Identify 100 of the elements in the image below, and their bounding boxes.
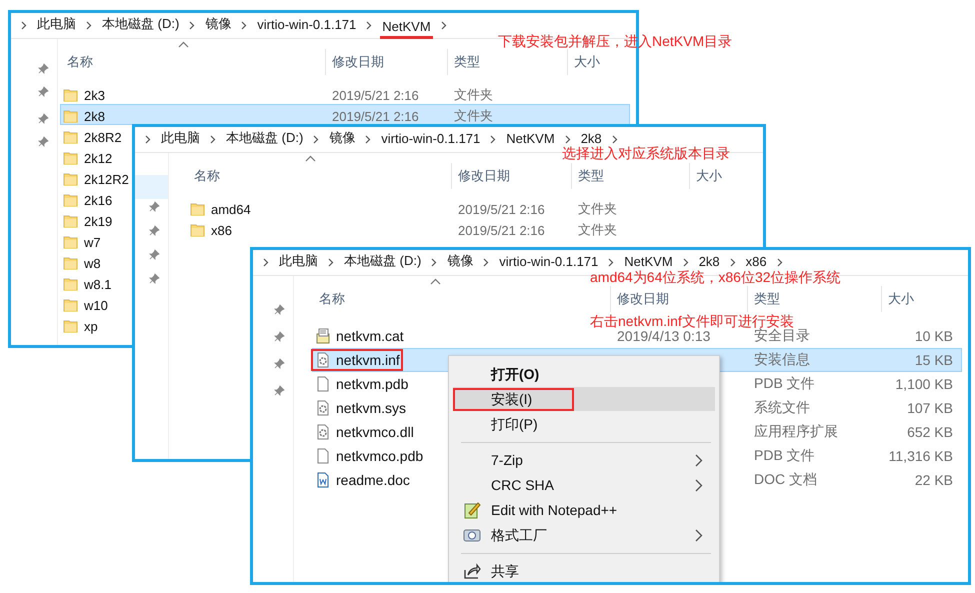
breadcrumb-item[interactable]: 此电脑	[159, 127, 202, 152]
word-document-icon	[315, 472, 331, 488]
chevron-icon	[490, 135, 496, 144]
column-header[interactable]: 名称	[60, 49, 325, 75]
column-header[interactable]: 大小	[567, 49, 630, 75]
chevron-icon	[189, 21, 196, 30]
file-type: 文件夹	[453, 87, 493, 102]
modified-date: 2019/4/13 0:13	[616, 328, 710, 344]
breadcrumb-item[interactable]: 镜像	[327, 127, 358, 152]
pin-icon[interactable]	[38, 86, 49, 97]
folder-icon	[63, 108, 79, 124]
file-type: 系统文件	[753, 399, 810, 415]
file-name: netkvmco.dll	[336, 424, 414, 440]
breadcrumb-item[interactable]: 本地磁盘 (D:)	[224, 127, 306, 152]
file-type: 安全目录	[754, 327, 810, 343]
breadcrumb-item[interactable]: virtio-win-0.1.171	[379, 128, 482, 150]
menu-item[interactable]: 安装(I)	[453, 387, 715, 411]
settings-file-icon	[315, 352, 331, 368]
breadcrumb-item[interactable]: 此电脑	[277, 250, 320, 275]
menu-item[interactable]: Edit with Notepad++	[453, 498, 715, 522]
file-name: x86	[211, 222, 232, 238]
pin-icon[interactable]	[149, 273, 160, 284]
breadcrumb-item[interactable]: NetKVM	[380, 16, 433, 38]
breadcrumb-item[interactable]: NetKVM	[504, 128, 557, 150]
share-icon	[463, 562, 481, 580]
column-header[interactable]: 修改日期	[451, 163, 571, 189]
chevron-icon	[313, 135, 320, 144]
menu-item[interactable]: 打印(P)	[453, 412, 715, 436]
column-header[interactable]: 名称	[312, 286, 610, 312]
column-header[interactable]: 类型	[447, 49, 567, 75]
file-size: 107 KB	[907, 400, 953, 416]
file-name: amd64	[211, 202, 251, 216]
file-size: 10 KB	[914, 328, 953, 344]
breadcrumb-item[interactable]: 本地磁盘 (D:)	[342, 250, 424, 275]
chevron-icon	[263, 258, 269, 267]
settings-file-icon	[315, 400, 331, 416]
file-type: 文件夹	[577, 222, 617, 237]
file-size: 11,316 KB	[888, 448, 953, 464]
file-type: PDB 文件	[753, 447, 815, 463]
menu-item[interactable]: CRC SHA	[453, 473, 715, 497]
file-name: netkvm.cat	[336, 328, 404, 344]
certificate-file-icon	[315, 328, 331, 344]
column-header[interactable]: 修改日期	[325, 49, 447, 75]
pin-icon[interactable]	[274, 331, 285, 342]
file-name: w8.1	[84, 276, 112, 292]
menu-item[interactable]: 格式工厂	[453, 523, 715, 547]
file-name: 2k8	[84, 108, 105, 124]
file-name: 2k8R2	[84, 130, 122, 144]
column-header[interactable]: 类型	[571, 163, 689, 189]
file-size: 15 KB	[914, 352, 953, 368]
chevron-icon	[483, 258, 490, 267]
menu-item[interactable]: 打开(O)	[453, 362, 715, 386]
chevron-icon	[86, 21, 92, 30]
folder-icon	[190, 201, 206, 217]
file-type: 应用程序扩展	[753, 423, 838, 439]
chevron-icon	[366, 21, 372, 30]
pin-icon[interactable]	[149, 225, 160, 236]
file-size: 1,100 KB	[895, 376, 953, 392]
column-header[interactable]: 大小	[689, 163, 757, 189]
folder-icon	[63, 171, 79, 187]
folder-icon	[63, 234, 79, 250]
folder-icon	[63, 87, 79, 103]
column-header[interactable]: 名称	[187, 163, 451, 189]
file-type: 文件夹	[453, 108, 493, 123]
pin-icon[interactable]	[38, 136, 49, 147]
column-header[interactable]: 类型	[747, 286, 881, 312]
file-size: 22 KB	[914, 472, 953, 488]
breadcrumb-item[interactable]: virtio-win-0.1.171	[255, 14, 358, 36]
pin-icon[interactable]	[38, 63, 49, 74]
column-header[interactable]: 大小	[881, 286, 962, 312]
selected-file-row[interactable]: 2k8 2019/5/21 2:16 文件夹	[60, 104, 630, 125]
file-name: netkvmco.pdb	[336, 448, 424, 464]
folder-icon	[63, 276, 79, 292]
annotation-text: 选择进入对应系统版本目录	[562, 146, 730, 161]
breadcrumb-item[interactable]: 镜像	[445, 250, 476, 275]
file-name: xp	[84, 318, 98, 334]
pin-icon[interactable]	[38, 113, 49, 124]
submenu-chevron-icon	[695, 454, 703, 467]
folder-icon	[63, 318, 79, 334]
breadcrumb-item[interactable]: 镜像	[203, 13, 234, 38]
pin-icon[interactable]	[274, 304, 285, 315]
pin-icon[interactable]	[149, 201, 160, 212]
chevron-icon	[365, 135, 372, 144]
file-name: netkvm.inf	[336, 352, 400, 368]
chevron-icon	[440, 21, 447, 30]
sort-caret-icon	[178, 41, 189, 48]
modified-date: 2019/5/21 2:16	[331, 88, 419, 102]
folder-icon	[63, 150, 79, 166]
chevron-icon	[328, 258, 334, 267]
file-name: netkvm.pdb	[336, 376, 408, 392]
pin-icon[interactable]	[274, 358, 285, 369]
column-header[interactable]: 修改日期	[610, 286, 747, 312]
breadcrumb-item[interactable]: 此电脑	[35, 13, 78, 38]
chevron-icon	[612, 135, 618, 144]
pin-icon[interactable]	[274, 385, 285, 396]
file-name: w7	[84, 234, 101, 250]
file-icon	[315, 376, 331, 392]
breadcrumb-item[interactable]: 本地磁盘 (D:)	[100, 13, 182, 38]
file-name: 2k16	[84, 192, 112, 208]
pin-icon[interactable]	[149, 249, 160, 260]
